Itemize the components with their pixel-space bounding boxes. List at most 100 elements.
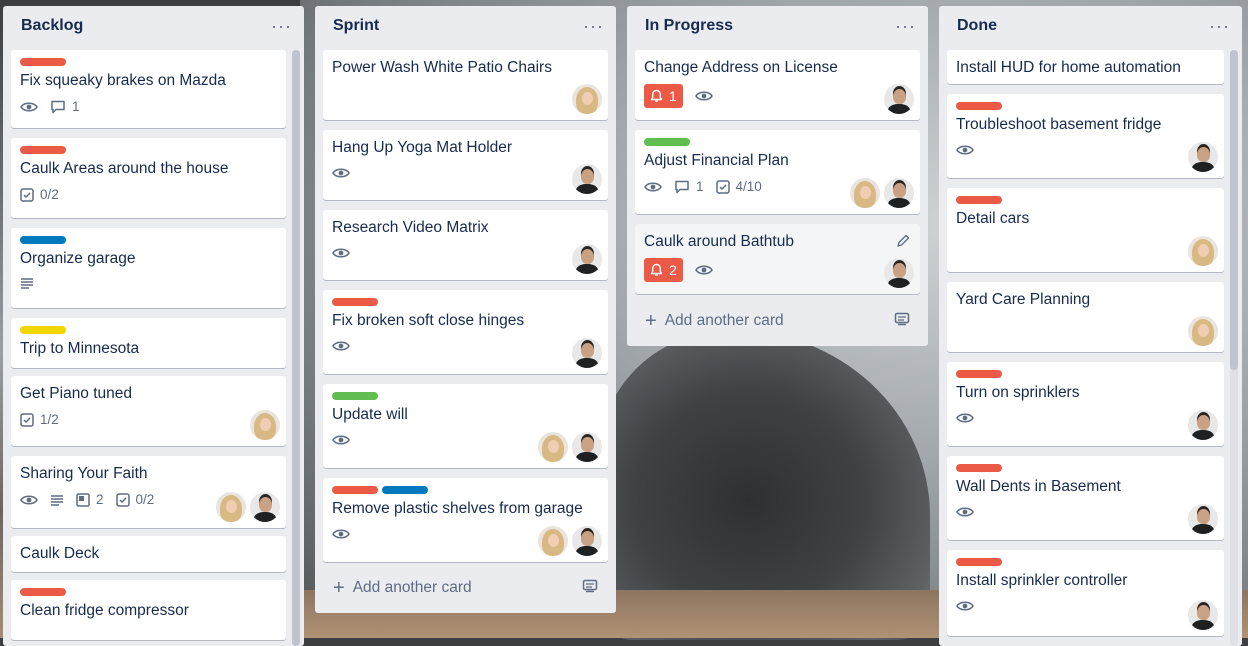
- notifications-badge[interactable]: 1: [644, 84, 683, 108]
- avatar[interactable]: [1188, 504, 1218, 534]
- avatar[interactable]: [884, 178, 914, 208]
- checklist-count: 1/2: [40, 412, 59, 427]
- comments-count: 1: [72, 99, 80, 114]
- label-yellow[interactable]: [20, 326, 66, 334]
- card[interactable]: Troubleshoot basement fridge: [947, 94, 1224, 178]
- card-labels: [332, 392, 600, 400]
- list-menu-icon[interactable]: ···: [271, 16, 292, 37]
- card[interactable]: Caulk Deck: [11, 536, 286, 572]
- card[interactable]: Research Video Matrix: [323, 210, 608, 280]
- list-menu-icon[interactable]: ···: [1209, 16, 1230, 37]
- avatar[interactable]: [884, 258, 914, 288]
- card[interactable]: Install HUD for home automation: [947, 50, 1224, 84]
- card[interactable]: Trip to Minnesota: [11, 318, 286, 368]
- list-menu-icon[interactable]: ···: [895, 16, 916, 37]
- watch-icon: [332, 433, 350, 447]
- scrollbar-thumb[interactable]: [1230, 50, 1238, 370]
- list-scrollbar[interactable]: [292, 50, 300, 646]
- list-title[interactable]: Sprint: [333, 17, 379, 35]
- card-title: Clean fridge compressor: [20, 602, 189, 619]
- list-menu-icon[interactable]: ···: [583, 16, 604, 37]
- edit-pencil-icon[interactable]: [896, 234, 910, 253]
- card[interactable]: Organize garage: [11, 228, 286, 308]
- watch-icon: [332, 166, 350, 180]
- description-icon: [20, 277, 34, 289]
- avatar[interactable]: [250, 410, 280, 440]
- label-red[interactable]: [20, 146, 66, 154]
- label-red[interactable]: [956, 558, 1002, 566]
- add-card-action[interactable]: + Add another card: [645, 311, 784, 331]
- label-blue[interactable]: [20, 236, 66, 244]
- label-blue[interactable]: [382, 486, 428, 494]
- card[interactable]: Caulk around Bathtub 2: [635, 224, 920, 294]
- notifications-badge[interactable]: 2: [644, 258, 683, 282]
- scrollbar-thumb[interactable]: [292, 50, 300, 646]
- card[interactable]: Remove plastic shelves from garage: [323, 478, 608, 562]
- avatar[interactable]: [572, 164, 602, 194]
- card-template-icon[interactable]: [894, 312, 910, 331]
- avatar[interactable]: [538, 432, 568, 462]
- label-red[interactable]: [332, 486, 378, 494]
- card[interactable]: Update will: [323, 384, 608, 468]
- avatar[interactable]: [1188, 142, 1218, 172]
- list-title[interactable]: Done: [957, 17, 997, 35]
- card[interactable]: Change Address on License 1: [635, 50, 920, 120]
- card[interactable]: Yard Care Planning: [947, 282, 1224, 352]
- card-title: Hang Up Yoga Mat Holder: [332, 139, 513, 156]
- list-title[interactable]: Backlog: [21, 17, 83, 35]
- add-card-button[interactable]: + Add another card: [323, 572, 608, 604]
- card[interactable]: Install sprinkler controller: [947, 550, 1224, 636]
- watch-icon: [20, 493, 38, 507]
- card-labels: [20, 58, 278, 66]
- avatar[interactable]: [1188, 316, 1218, 346]
- card[interactable]: Power Wash White Patio Chairs: [323, 50, 608, 120]
- avatar[interactable]: [538, 526, 568, 556]
- label-red[interactable]: [332, 298, 378, 306]
- card-title: Caulk Deck: [20, 545, 100, 562]
- card[interactable]: Clean fridge compressor: [11, 580, 286, 640]
- card[interactable]: Turn on sprinklers: [947, 362, 1224, 446]
- list-title[interactable]: In Progress: [645, 17, 733, 35]
- label-green[interactable]: [644, 138, 690, 146]
- card-template-icon[interactable]: [582, 579, 598, 598]
- avatar[interactable]: [850, 178, 880, 208]
- label-red[interactable]: [956, 464, 1002, 472]
- card[interactable]: Hang Up Yoga Mat Holder: [323, 130, 608, 200]
- avatar[interactable]: [884, 84, 914, 114]
- card[interactable]: Get Piano tuned 1/2: [11, 376, 286, 446]
- bell-icon: [650, 89, 663, 102]
- list-scrollbar[interactable]: [1230, 50, 1238, 646]
- checklist-count: 0/2: [135, 492, 155, 507]
- label-red[interactable]: [956, 370, 1002, 378]
- comments-badge: 1: [674, 179, 704, 194]
- label-green[interactable]: [332, 392, 378, 400]
- card[interactable]: Fix broken soft close hinges: [323, 290, 608, 374]
- avatar[interactable]: [1188, 600, 1218, 630]
- avatar[interactable]: [572, 338, 602, 368]
- watch-icon: [694, 263, 713, 277]
- card-members: [572, 244, 602, 274]
- card-title: Install sprinkler controller: [956, 572, 1128, 589]
- card[interactable]: Fix squeaky brakes on Mazda 1: [11, 50, 286, 128]
- avatar[interactable]: [572, 526, 602, 556]
- card[interactable]: Adjust Financial Plan 1 4/10: [635, 130, 920, 214]
- label-red[interactable]: [956, 196, 1002, 204]
- avatar[interactable]: [1188, 410, 1218, 440]
- label-red[interactable]: [20, 58, 66, 66]
- label-red[interactable]: [20, 588, 66, 596]
- avatar[interactable]: [216, 492, 246, 522]
- avatar[interactable]: [572, 432, 602, 462]
- add-card-button[interactable]: + Add another card: [635, 305, 920, 337]
- add-card-action[interactable]: + Add another card: [333, 578, 472, 598]
- card[interactable]: Sharing Your Faith 2 0/2: [11, 456, 286, 528]
- avatar[interactable]: [1188, 236, 1218, 266]
- card[interactable]: Caulk Areas around the house 0/2: [11, 138, 286, 218]
- card[interactable]: Detail cars: [947, 188, 1224, 272]
- card[interactable]: Wall Dents in Basement: [947, 456, 1224, 540]
- card-title: Fix squeaky brakes on Mazda: [20, 72, 226, 89]
- avatar[interactable]: [250, 492, 280, 522]
- avatar[interactable]: [572, 244, 602, 274]
- label-red[interactable]: [956, 102, 1002, 110]
- card-labels: [20, 146, 278, 154]
- avatar[interactable]: [572, 84, 602, 114]
